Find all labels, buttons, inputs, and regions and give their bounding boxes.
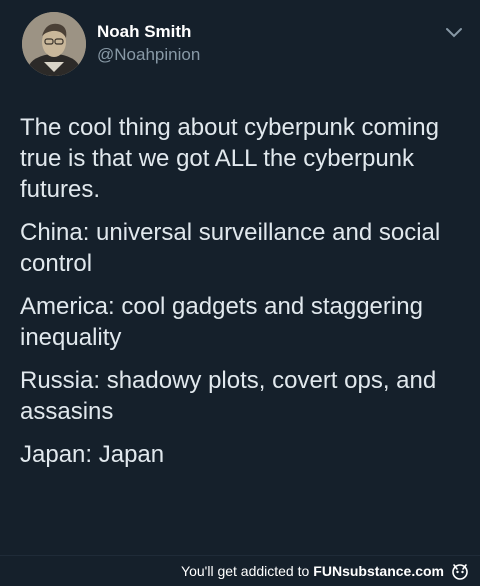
tweet-card: Noah Smith @Noahpinion The cool thing ab…	[0, 0, 480, 555]
author-name[interactable]: Noah Smith	[97, 22, 191, 42]
funsubstance-logo-icon	[450, 562, 470, 580]
tweet-text: The cool thing about cyberpunk coming tr…	[20, 112, 470, 482]
author-handle[interactable]: @Noahpinion	[97, 45, 200, 65]
tweet-paragraph: Russia: shadowy plots, covert ops, and a…	[20, 367, 437, 425]
tweet-paragraph: America: cool gadgets and staggering ine…	[20, 293, 423, 351]
watermark-tagline: You'll get addicted to	[181, 563, 310, 579]
tweet-paragraph: China: universal surveillance and social…	[20, 219, 441, 277]
watermark-text[interactable]: You'll get addicted to FUNsubstance.com	[181, 563, 444, 579]
tweet-paragraph: Japan: Japan	[20, 441, 165, 468]
avatar[interactable]	[22, 12, 86, 76]
watermark-brand: FUNsubstance.com	[313, 563, 444, 579]
profile-photo-icon	[22, 12, 86, 76]
chevron-down-icon[interactable]	[444, 26, 464, 40]
tweet-paragraph: The cool thing about cyberpunk coming tr…	[20, 114, 439, 203]
watermark-bar: You'll get addicted to FUNsubstance.com	[0, 555, 480, 586]
